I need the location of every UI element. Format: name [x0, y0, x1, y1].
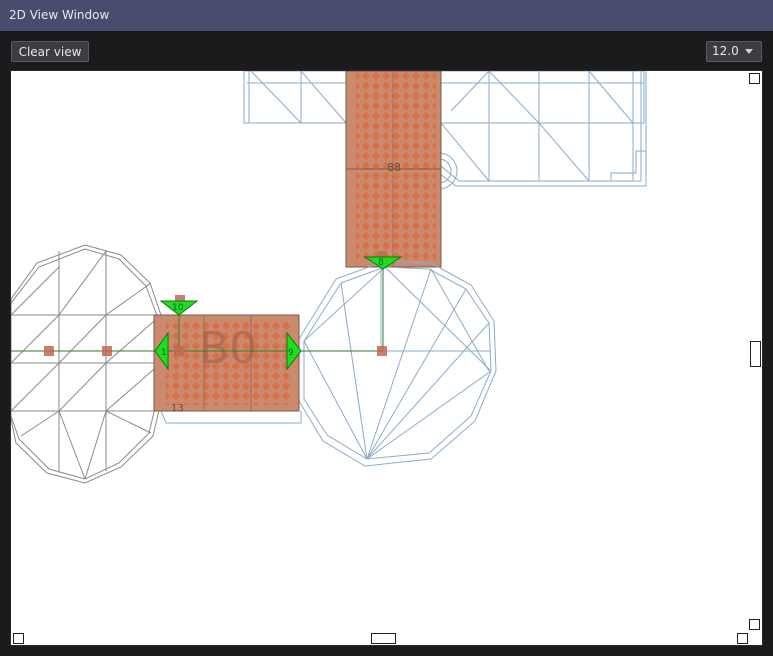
resize-handle-right[interactable]: [750, 341, 761, 367]
chevron-down-icon: [745, 49, 753, 54]
svg-text:1: 1: [161, 348, 167, 358]
toolbar: Clear view 12.0: [0, 31, 773, 70]
svg-text:8: 8: [378, 258, 384, 268]
floorplan-drawing: 88 B0 13 8 10 1 9: [11, 71, 647, 484]
top-room-number: 88: [387, 161, 401, 174]
resize-handle-top-right[interactable]: [749, 73, 760, 84]
zoom-value: 12.0: [712, 44, 739, 58]
door-marker-left-top[interactable]: 10: [159, 300, 199, 316]
svg-text:10: 10: [172, 303, 184, 313]
node-square: [174, 346, 184, 356]
node-square: [377, 346, 387, 356]
resize-handle-bottom-left[interactable]: [13, 633, 24, 644]
resize-handle-bottom[interactable]: [371, 633, 396, 644]
window-title-bar: 2D View Window: [0, 0, 773, 31]
room-label: B0: [199, 323, 257, 374]
zoom-select[interactable]: 12.0: [706, 41, 762, 62]
window-title: 2D View Window: [9, 8, 110, 22]
2d-view-canvas[interactable]: 88 B0 13 8 10 1 9: [10, 70, 763, 646]
resize-handle-bottom-right-corner[interactable]: [737, 633, 748, 644]
left-octagon-mesh: [11, 244, 164, 484]
resize-handle-bottom-right[interactable]: [749, 619, 760, 630]
svg-text:9: 9: [288, 348, 294, 358]
small-room-number: 13: [171, 403, 184, 414]
node-square: [102, 346, 112, 356]
clear-view-button[interactable]: Clear view: [11, 41, 89, 62]
top-building-mesh: [243, 71, 647, 190]
node-square: [44, 346, 54, 356]
